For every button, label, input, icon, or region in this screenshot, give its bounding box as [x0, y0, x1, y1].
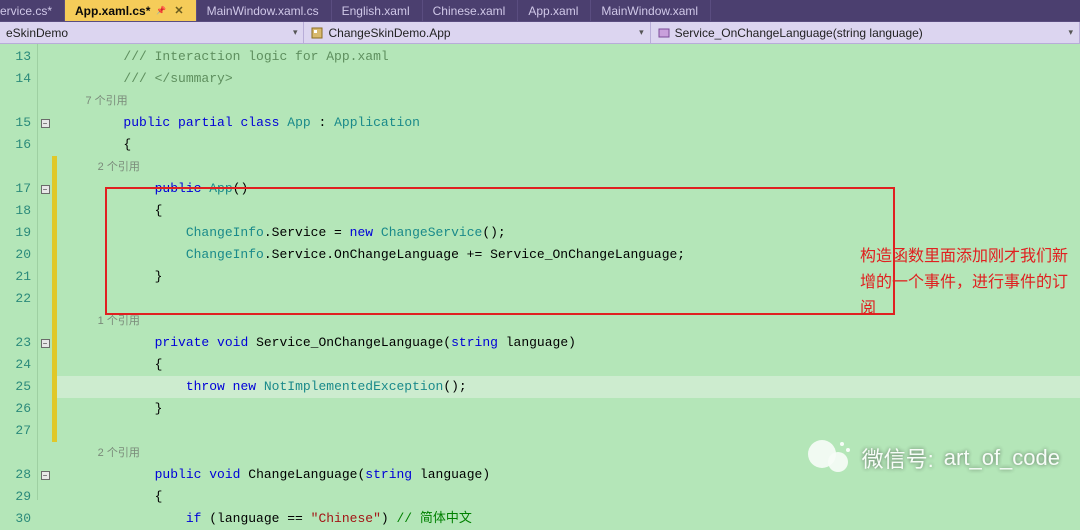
- fold-cell: [38, 310, 52, 332]
- code-line[interactable]: public App(): [57, 178, 1080, 200]
- nav-bar: eSkinDemo ▾ ChangeSkinDemo.App ▾ Service…: [0, 22, 1080, 44]
- line-number: 23: [0, 332, 37, 354]
- line-number: 19: [0, 222, 37, 244]
- codelens[interactable]: 2 个引用: [57, 156, 1080, 178]
- line-number: 27: [0, 420, 37, 442]
- file-tab[interactable]: English.xaml: [332, 0, 423, 21]
- code-line[interactable]: throw new NotImplementedException();: [57, 376, 1080, 398]
- code-line[interactable]: }: [57, 266, 1080, 288]
- fold-cell: [38, 222, 52, 244]
- code-line[interactable]: ChangeInfo.Service.OnChangeLanguage += S…: [57, 244, 1080, 266]
- code-editor[interactable]: 1314.1516.171819202122.2324252627.282930…: [0, 44, 1080, 500]
- codelens[interactable]: 7 个引用: [57, 90, 1080, 112]
- method-icon: [657, 26, 671, 40]
- tab-label: MainWindow.xaml.cs: [207, 4, 319, 18]
- collapse-icon[interactable]: −: [41, 119, 50, 128]
- code-line[interactable]: {: [57, 134, 1080, 156]
- fold-cell: [38, 508, 52, 530]
- line-number: 26: [0, 398, 37, 420]
- code-line[interactable]: public partial class App : Application: [57, 112, 1080, 134]
- tab-bar: ervice.cs* App.xaml.cs* 📌 ✕ MainWindow.xaml.…: [0, 0, 1080, 22]
- fold-cell: [38, 486, 52, 508]
- file-tab[interactable]: ervice.cs*: [0, 0, 65, 21]
- file-tab[interactable]: MainWindow.xaml.cs: [197, 0, 332, 21]
- line-number-gutter: 1314.1516.171819202122.2324252627.282930: [0, 44, 38, 500]
- line-number: 21: [0, 266, 37, 288]
- code-area[interactable]: /// Interaction logic for App.xaml /// <…: [57, 44, 1080, 500]
- fold-column: − − − −: [38, 44, 52, 500]
- tab-label: App.xaml: [528, 4, 578, 18]
- line-number: 28: [0, 464, 37, 486]
- code-line[interactable]: [57, 288, 1080, 310]
- tab-label: ervice.cs*: [0, 4, 52, 18]
- tab-label: English.xaml: [342, 4, 410, 18]
- pin-icon[interactable]: 📌: [156, 6, 166, 15]
- code-line[interactable]: {: [57, 486, 1080, 508]
- code-line[interactable]: private void Service_OnChangeLanguage(st…: [57, 332, 1080, 354]
- nav-namespace-label: eSkinDemo: [6, 26, 68, 40]
- code-line[interactable]: /// </summary>: [57, 68, 1080, 90]
- code-line[interactable]: {: [57, 354, 1080, 376]
- code-line[interactable]: [57, 420, 1080, 442]
- line-number: 17: [0, 178, 37, 200]
- code-line[interactable]: }: [57, 398, 1080, 420]
- line-number: 13: [0, 46, 37, 68]
- file-tab[interactable]: App.xaml: [518, 0, 591, 21]
- code-line[interactable]: {: [57, 200, 1080, 222]
- nav-member[interactable]: Service_OnChangeLanguage(string language…: [651, 22, 1080, 43]
- close-icon[interactable]: ✕: [174, 4, 183, 17]
- tab-label: MainWindow.xaml: [601, 4, 698, 18]
- fold-cell: −: [38, 178, 52, 200]
- fold-cell: [38, 244, 52, 266]
- fold-cell: [38, 420, 52, 442]
- file-tab[interactable]: MainWindow.xaml: [591, 0, 711, 21]
- line-number: 25: [0, 376, 37, 398]
- fold-cell: [38, 376, 52, 398]
- fold-cell: −: [38, 112, 52, 134]
- nav-class-label: ChangeSkinDemo.App: [328, 26, 450, 40]
- code-line[interactable]: ChangeInfo.Service = new ChangeService()…: [57, 222, 1080, 244]
- fold-cell: [38, 398, 52, 420]
- line-number: 22: [0, 288, 37, 310]
- code-line[interactable]: /// Interaction logic for App.xaml: [57, 46, 1080, 68]
- codelens[interactable]: 1 个引用: [57, 310, 1080, 332]
- line-number: 15: [0, 112, 37, 134]
- tab-label: App.xaml.cs*: [75, 4, 150, 18]
- line-number: 16: [0, 134, 37, 156]
- collapse-icon[interactable]: −: [41, 339, 50, 348]
- line-number: 20: [0, 244, 37, 266]
- line-number: 30: [0, 508, 37, 530]
- line-number: 18: [0, 200, 37, 222]
- collapse-icon[interactable]: −: [41, 185, 50, 194]
- chevron-down-icon: ▾: [1068, 27, 1073, 38]
- line-number: 29: [0, 486, 37, 508]
- fold-cell: [38, 288, 52, 310]
- nav-namespace[interactable]: eSkinDemo ▾: [0, 22, 304, 43]
- file-tab[interactable]: Chinese.xaml: [423, 0, 519, 21]
- chevron-down-icon: ▾: [639, 27, 644, 38]
- fold-cell: −: [38, 464, 52, 486]
- codelens[interactable]: 2 个引用: [57, 442, 1080, 464]
- fold-cell: [38, 90, 52, 112]
- nav-member-label: Service_OnChangeLanguage(string language…: [675, 26, 923, 40]
- fold-cell: [38, 266, 52, 288]
- fold-cell: [38, 68, 52, 90]
- fold-cell: [38, 354, 52, 376]
- fold-cell: [38, 134, 52, 156]
- file-tab[interactable]: App.xaml.cs* 📌 ✕: [65, 0, 197, 21]
- code-line[interactable]: public void ChangeLanguage(string langua…: [57, 464, 1080, 486]
- collapse-icon[interactable]: −: [41, 471, 50, 480]
- fold-cell: [38, 442, 52, 464]
- fold-cell: [38, 200, 52, 222]
- fold-cell: −: [38, 332, 52, 354]
- code-line[interactable]: if (language == "Chinese") // 简体中文: [57, 508, 1080, 530]
- line-number: 14: [0, 68, 37, 90]
- tab-label: Chinese.xaml: [433, 4, 506, 18]
- line-number: 24: [0, 354, 37, 376]
- fold-cell: [38, 46, 52, 68]
- nav-class[interactable]: ChangeSkinDemo.App ▾: [304, 22, 650, 43]
- class-icon: [310, 26, 324, 40]
- fold-cell: [38, 156, 52, 178]
- chevron-down-icon: ▾: [293, 27, 298, 38]
